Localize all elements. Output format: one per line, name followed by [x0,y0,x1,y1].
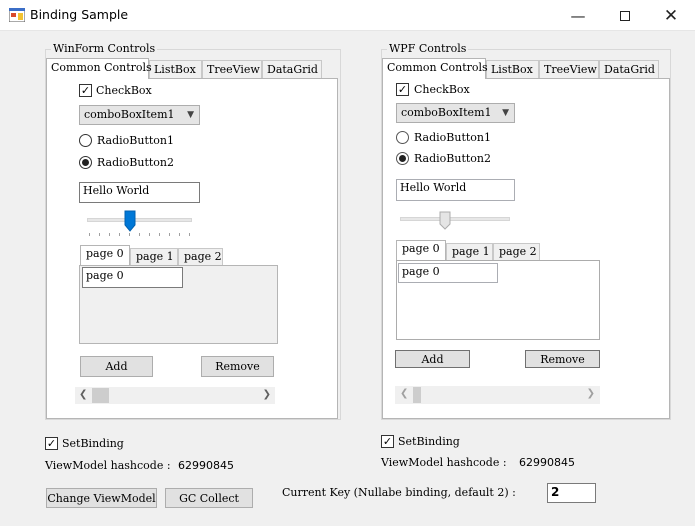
wpf-page-textbox[interactable]: page 0 [398,263,498,283]
close-icon: ✕ [663,5,679,26]
current-key-input[interactable]: 2 [547,483,596,503]
minimize-button[interactable]: — [555,0,601,31]
wpf-tab-listbox[interactable]: ListBox [486,60,539,79]
wpf-textbox[interactable]: Hello World [396,179,515,201]
wpf-setbinding-checkbox[interactable]: ✓ [381,435,394,448]
wpf-radio1[interactable] [396,131,409,144]
wpf-slider-track [400,217,510,221]
chevron-down-icon: ▼ [187,110,194,120]
wpf-combobox[interactable]: comboBoxItem1 ▼ [396,103,515,123]
winforms-group-label: WinForm Controls [51,42,158,55]
winforms-remove-button[interactable]: Remove [201,356,274,377]
wpf-radio2-label: RadioButton2 [414,152,491,165]
winforms-subtab-page0[interactable]: page 0 [80,245,130,265]
winforms-setbinding-label: SetBinding [62,437,124,450]
wpf-slider-thumb[interactable] [439,211,451,230]
winforms-slider-thumb[interactable] [124,210,136,232]
winforms-radio1-label: RadioButton1 [97,134,174,147]
wpf-checkbox[interactable]: ✓ [396,83,409,96]
scroll-thumb[interactable] [92,388,109,403]
winforms-subtab-page2[interactable]: page 2 [178,248,223,265]
maximize-button[interactable] [602,0,648,31]
winforms-radio2-label: RadioButton2 [97,156,174,169]
wpf-subtab-page0[interactable]: page 0 [396,240,446,260]
wpf-setbinding-label: SetBinding [398,435,460,448]
winforms-radio1[interactable] [79,134,92,147]
winforms-subtab-page1[interactable]: page 1 [130,248,178,265]
minimize-icon: — [570,6,586,25]
winforms-combobox[interactable]: comboBoxItem1 ▼ [79,105,200,125]
wpf-remove-button[interactable]: Remove [525,350,600,368]
winforms-textbox[interactable]: Hello World [79,182,200,203]
wpf-checkbox-label: CheckBox [414,83,470,96]
wpf-subtab-page2[interactable]: page 2 [493,243,540,260]
wpf-radio1-label: RadioButton1 [414,131,491,144]
tab-listbox[interactable]: ListBox [149,60,202,79]
scroll-thumb[interactable] [413,387,421,403]
winforms-slider-track [87,218,192,222]
title-bar: Binding Sample — ✕ [0,0,695,31]
current-key-label: Current Key (Nullabe binding, default 2)… [282,486,516,499]
scroll-right-icon[interactable]: ❯ [587,388,595,399]
winforms-hashcode-label: ViewModel hashcode : [45,459,171,472]
winforms-radio2[interactable] [79,156,92,169]
wpf-subtab-page1[interactable]: page 1 [446,243,493,260]
wpf-group-label: WPF Controls [387,42,469,55]
check-icon: ✓ [46,437,57,450]
close-button[interactable]: ✕ [648,0,694,31]
wpf-hashcode-value: 62990845 [519,456,575,469]
radio-selected-dot [399,155,406,162]
window-title: Binding Sample [30,7,129,22]
radio-selected-dot [82,159,89,166]
tab-treeview[interactable]: TreeView [202,60,262,79]
winforms-checkbox[interactable]: ✓ [79,84,92,97]
gc-collect-button[interactable]: GC Collect [165,488,253,508]
scroll-right-icon[interactable]: ❯ [263,389,271,400]
wpf-hscrollbar[interactable]: ❮ ❯ [395,386,600,404]
app-icon [9,8,25,22]
maximize-icon [620,10,630,21]
check-icon: ✓ [397,83,408,96]
wpf-tab-common-controls[interactable]: Common Controls [382,58,488,79]
wpf-tab-treeview[interactable]: TreeView [539,60,599,79]
check-icon: ✓ [382,435,393,448]
wpf-combobox-value: comboBoxItem1 [401,106,492,119]
winforms-slider-ticks [89,233,190,236]
winforms-add-button[interactable]: Add [80,356,153,377]
tab-common-controls[interactable]: Common Controls [46,58,152,79]
scroll-left-icon[interactable]: ❮ [79,389,87,400]
wpf-add-button[interactable]: Add [395,350,470,368]
tab-datagrid[interactable]: DataGrid [262,60,322,79]
winforms-hashcode-value: 62990845 [178,459,234,472]
scroll-left-icon[interactable]: ❮ [400,388,408,399]
wpf-hashcode-label: ViewModel hashcode : [381,456,507,469]
wpf-radio2[interactable] [396,152,409,165]
winforms-checkbox-label: CheckBox [96,84,152,97]
winforms-combobox-value: comboBoxItem1 [84,108,175,121]
chevron-down-icon: ▼ [502,108,509,118]
check-icon: ✓ [80,84,91,97]
winforms-page-textbox[interactable]: page 0 [82,267,183,288]
winforms-setbinding-checkbox[interactable]: ✓ [45,437,58,450]
change-viewmodel-button[interactable]: Change ViewModel [46,488,157,508]
wpf-tab-datagrid[interactable]: DataGrid [599,60,659,79]
winforms-hscrollbar[interactable]: ❮ ❯ [75,387,275,404]
